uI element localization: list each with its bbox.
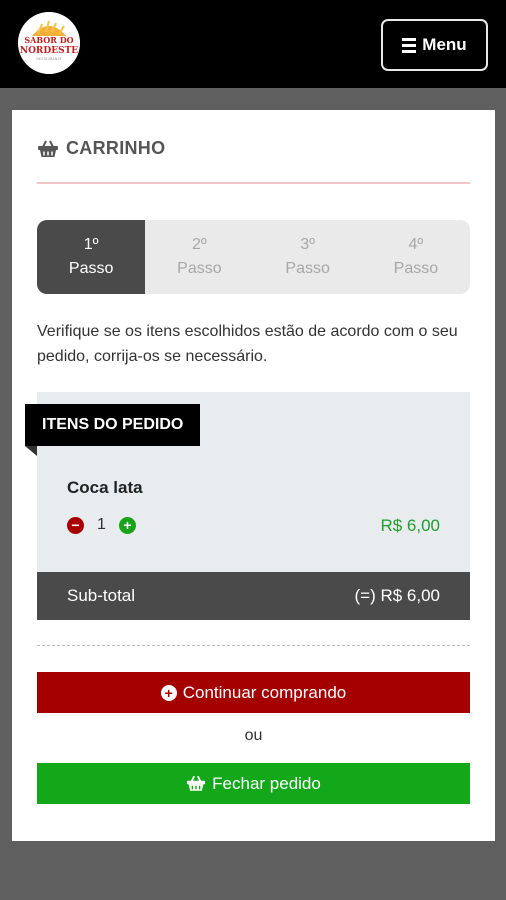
continue-label: Continuar comprando [182,682,347,702]
close-order-button[interactable]: Fechar pedido [37,763,470,804]
basket-icon [38,140,58,157]
step-4[interactable]: 4º Passo [362,220,470,294]
subtotal-label: Sub-total [67,586,136,605]
menu-label: Menu [422,35,467,54]
step-1[interactable]: 1º Passo [37,220,146,294]
ribbon-fold [25,446,37,456]
svg-text:NORDESTE: NORDESTE [20,46,78,56]
svg-text:SABOR DO: SABOR DO [24,35,73,45]
order-heading-ribbon: ITENS DO PEDIDO [25,404,201,446]
checkout-steps: 1º Passo 2º Passo 3º Passo 4º Passo [37,220,470,294]
plus-circle-icon: + [160,684,177,701]
step-number: 2º [192,236,207,253]
step-number: 3º [300,236,315,253]
cart-title: CARRINHO [37,138,165,159]
step-label: Passo [393,260,439,277]
plus-circle-icon[interactable]: + [118,516,136,534]
step-number: 4º [408,236,424,253]
step-label: Passo [68,260,114,277]
step-3[interactable]: 3º Passo [254,220,362,294]
cart-title-label: CARRINHO [66,138,166,158]
item-quantity: 1 [97,516,106,533]
svg-text:RESTAURANTE: RESTAURANTE [36,57,61,61]
top-navbar: SABOR DO NORDESTE RESTAURANTE Menu [0,0,506,88]
item-price: R$ 6,00 [380,516,440,535]
order-items-panel: ITENS DO PEDIDO Coca lata − 1 + R$ 6,00 … [25,392,470,620]
hamburger-icon [402,37,417,53]
title-divider [37,182,470,184]
or-separator: ou [244,727,263,744]
step-label: Passo [177,260,222,277]
dashed-divider [37,645,470,646]
quantity-stepper: − 1 + [67,516,136,534]
cart-card: CARRINHO 1º Passo 2º Passo 3º Passo 4º P… [12,110,495,841]
continue-shopping-button[interactable]: + Continuar comprando [37,672,470,713]
restaurant-logo[interactable]: SABOR DO NORDESTE RESTAURANTE [18,12,80,74]
basket-icon [187,775,206,791]
minus-circle-icon[interactable]: − [67,516,84,534]
close-order-label: Fechar pedido [212,773,321,793]
step-label: Passo [285,260,330,277]
step-2[interactable]: 2º Passo [145,220,253,294]
step-number: 1º [83,236,99,253]
item-name: Coca lata [67,478,143,497]
menu-button[interactable]: Menu [381,19,488,71]
subtotal-value: (=) R$ 6,00 [354,586,440,605]
subtotal-bar: Sub-total (=) R$ 6,00 [37,572,470,620]
instructions-text: Verifique se os itens escolhidos estão d… [37,323,458,365]
